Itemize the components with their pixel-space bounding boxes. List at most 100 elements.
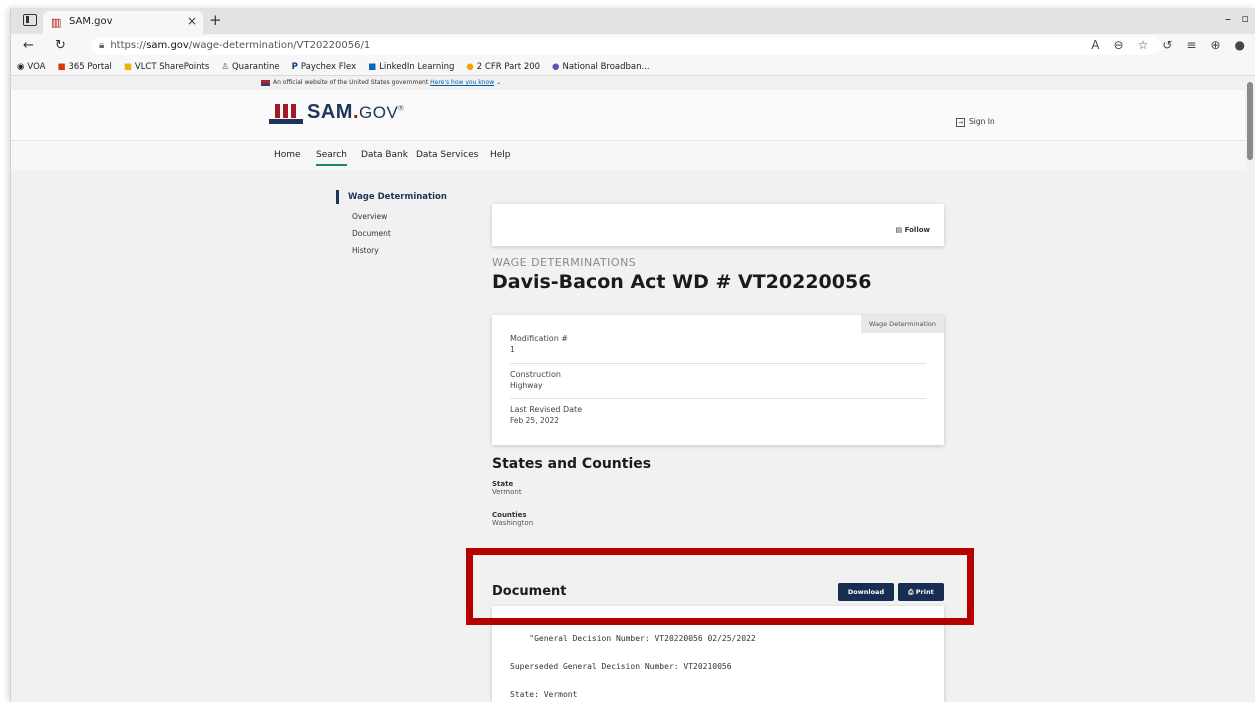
zoom-icon[interactable]: ⊖ [1114,38,1124,52]
field-label: Construction [510,370,561,379]
url-path: /wage-determination/VT20220056/1 [188,40,371,51]
state-label: State [492,480,514,488]
logo-gov: GOV [359,103,399,122]
divider [510,398,926,399]
bookmark-icon: ◉ [17,61,25,72]
chevron-down-icon: ⌄ [496,79,502,86]
sam-logo-icon [269,100,303,124]
field-value: Highway [510,381,543,390]
nav-search[interactable]: Search [316,150,347,166]
address-bar[interactable]: 🔒︎ https://sam.gov/wage-determination/VT2… [91,37,1161,55]
extensions-icon[interactable]: ↺ [1162,38,1172,52]
gov-banner-text: An official website of the United States… [273,79,429,86]
tab-title: SAM.gov [69,16,113,27]
tab-sam-gov[interactable]: ▥ SAM.gov × [43,11,203,34]
favorite-icon[interactable]: ☆ [1138,38,1149,52]
bookmark-voa[interactable]: ◉ VOA [17,62,45,72]
collections-icon[interactable]: ⊕ [1210,38,1220,52]
back-icon[interactable]: ← [23,38,34,53]
sign-in-label: Sign In [969,117,995,126]
bookmark-vlct[interactable]: ■ VLCT SharePoints [124,62,209,72]
sam-logo[interactable]: SAM.GOV® [269,100,404,124]
scrollbar-thumb[interactable] [1247,82,1253,160]
bookmark-365-portal[interactable]: ■ 365 Portal [57,62,111,72]
bookmark-label: National Broadban... [562,61,650,72]
bookmark-paychex[interactable]: P Paychex Flex [292,62,356,72]
tab-close-icon[interactable]: × [187,14,197,28]
bookmark-icon: ● [552,61,560,72]
field-label: Modification # [510,334,569,343]
nav-data-bank[interactable]: Data Bank [361,150,408,160]
counties-field: Counties Washington [492,511,533,527]
divider [510,363,926,364]
bookmark-label: 365 Portal [68,61,112,72]
office-icon: ■ [57,61,66,72]
bookmark-broadband[interactable]: ● National Broadban... [552,62,650,72]
state-value: Vermont [492,488,522,496]
counties-label: Counties [492,511,527,519]
modification-field: Modification # 1 [510,334,926,354]
scrollbar[interactable] [1245,76,1255,702]
tab-actions-icon[interactable] [23,14,37,26]
address-row: ← ↻ 🔒︎ https://sam.gov/wage-determination… [11,34,1255,58]
sidenav-wage-determination[interactable]: Wage Determination [336,190,447,204]
sidenav-history[interactable]: History [336,246,447,255]
paychex-icon: P [291,61,298,72]
bookmark-linkedin[interactable]: ■ LinkedIn Learning [368,62,454,72]
bookmark-label: 2 CFR Part 200 [476,61,541,72]
browser-window: ▥ SAM.gov × + – ▫ ← ↻ 🔒︎ https://sam.gov/… [10,8,1255,702]
info-card: Wage Determination Modification # 1 Cons… [492,315,944,445]
page-viewport: An official website of the United States… [11,76,1255,702]
nav-home[interactable]: Home [274,150,301,160]
browser-toolbar-icons: A ⊖ ☆ ↺ ≡ ⊕ ● [1091,38,1245,52]
state-field: State Vermont [492,480,522,496]
tab-strip: ▥ SAM.gov × + – ▫ [11,8,1255,34]
logo-sam: SAM [307,101,353,123]
sam-favicon-icon: ▥ [51,16,62,29]
minimize-icon[interactable]: – [1225,12,1231,26]
lock-icon: 🔒︎ [99,40,105,51]
field-label: Last Revised Date [510,405,583,414]
states-counties-heading: States and Counties [492,456,652,472]
gov-banner: An official website of the United States… [261,79,501,86]
construction-field: Construction Highway [510,370,926,390]
side-nav: Wage Determination Overview Document His… [336,190,447,255]
bookmark-quarantine[interactable]: ♙ Quarantine [221,62,279,72]
bookmark-icon: ♙ [221,61,229,72]
logo-registered: ® [398,105,404,113]
bookmark-2cfr[interactable]: ● 2 CFR Part 200 [466,62,540,72]
field-value: Feb 25, 2022 [510,416,560,425]
counties-value: Washington [492,519,534,527]
page-title: Davis-Bacon Act WD # VT20220056 [492,271,872,293]
bookmark-label: Quarantine [231,61,280,72]
nav-help[interactable]: Help [490,150,511,160]
bookmarks-bar: ◉ VOA ■ 365 Portal ■ VLCT SharePoints ♙ Quar… [11,58,1255,76]
favorites-bar-icon[interactable]: ≡ [1186,38,1196,52]
new-tab-icon[interactable]: + [209,11,222,29]
sidenav-document[interactable]: Document [336,229,447,238]
bookmark-icon: ● [466,61,474,72]
sidenav-overview[interactable]: Overview [336,212,447,221]
sign-in-icon: → [956,117,965,127]
nav-data-services[interactable]: Data Services [416,150,478,160]
us-flag-icon [261,79,270,86]
heres-how-you-know-link[interactable]: Here's how you know [430,79,494,86]
read-aloud-icon[interactable]: A [1091,38,1099,52]
bookmark-label: Paychex Flex [300,61,357,72]
linkedin-icon: ■ [368,61,377,72]
url-host: sam.gov [146,40,189,51]
main-nav: Home Search Data Bank Data Services Help [11,140,1255,170]
refresh-icon[interactable]: ↻ [55,38,66,53]
profile-icon[interactable]: ● [1235,38,1245,52]
document-line: "General Decision Number: VT20220056 02/… [510,634,756,643]
follow-button[interactable]: ▤ Follow [896,226,930,234]
sign-in-button[interactable]: → Sign In [956,117,995,127]
url-prefix: https:// [110,40,147,51]
site-header: SAM.GOV® → Sign In [11,90,1255,140]
follow-icon: ▤ [895,226,905,234]
folder-icon: ■ [123,61,132,72]
last-revised-field: Last Revised Date Feb 25, 2022 [510,405,926,425]
follow-label: Follow [904,226,930,234]
restore-icon[interactable]: ▫ [1242,12,1249,25]
bookmark-label: VLCT SharePoints [134,61,210,72]
